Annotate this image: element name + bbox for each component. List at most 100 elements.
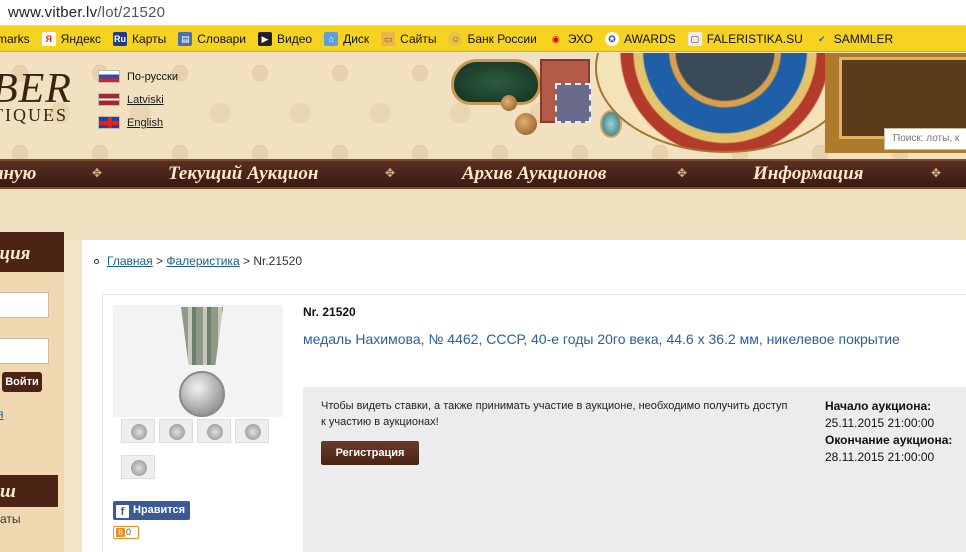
bookmark-label: FALERISTIKA.SU [706, 31, 803, 46]
dictionary-icon: ▤ [178, 31, 193, 46]
lacquer-box-image [451, 59, 541, 105]
sidebar-heading-text: ация [0, 243, 31, 264]
breadcrumb-current: Nr.21520 [253, 254, 303, 268]
bookmark-maps[interactable]: Ru Карты [113, 31, 167, 46]
bookmark-disk[interactable]: ⌂ Диск [324, 31, 370, 46]
breadcrumb-category[interactable]: Фалеристика [166, 254, 239, 268]
bookmark-sammler[interactable]: ✔ SAMMLER [815, 32, 893, 46]
thumbnail[interactable] [121, 455, 155, 479]
medal-thumbnail-icon [131, 424, 147, 440]
folder-icon: ▭ [381, 31, 396, 46]
auction-dates: Начало аукциона: 25.11.2015 21:00:00 Око… [825, 398, 952, 466]
russia-flag-icon [98, 70, 120, 83]
breadcrumb: Главная > Фалеристика > Nr.21520 [94, 254, 302, 268]
medal-ribbon-image [181, 307, 223, 365]
bookmark-bookmarks[interactable]: marks [0, 32, 30, 46]
logo-text: BER [0, 66, 72, 112]
sidebar-heading-2-text: ш [0, 481, 16, 502]
register-button[interactable]: Регистрация [321, 441, 419, 465]
auction-start-value: 25.11.2015 21:00:00 [825, 416, 935, 430]
lot-panel: f Нравится 80 Nr. 21520 медаль Нахимова, … [102, 294, 966, 552]
medal-image [179, 371, 225, 417]
site-logo[interactable]: BER TIQUES [0, 66, 72, 126]
nav-item-main[interactable]: аную [0, 161, 36, 187]
thumbnail[interactable] [197, 419, 231, 443]
main-nav: аную ✥ Текущий Аукцион ✥ Архив Аукционов… [0, 159, 966, 189]
nav-item-archive[interactable]: Архив Аукционов [462, 161, 606, 187]
faleristika-icon: ▢ [687, 31, 702, 46]
language-lv[interactable]: Latviski [98, 88, 178, 111]
login-sidebar: ация Войти я ш аты [0, 232, 64, 552]
nav-separator-icon: ✥ [930, 166, 942, 180]
bookmark-label: AWARDS [623, 31, 676, 46]
sidebar-heading-2: ш [0, 475, 58, 507]
nav-item-information[interactable]: Информация [753, 161, 863, 187]
lot-main-photo[interactable] [113, 305, 283, 417]
breadcrumb-home[interactable]: Главная [107, 254, 153, 268]
bookmark-sites[interactable]: ▭ Сайты [381, 31, 437, 46]
address-bar[interactable]: www.vitber.lv/lot/21520 [0, 0, 966, 26]
auction-end-label: Окончание аукциона: [825, 433, 953, 447]
thumbnail[interactable] [121, 419, 155, 443]
sidebar-link[interactable]: я [0, 407, 4, 421]
auction-start-label: Начало аукциона: [825, 399, 932, 413]
access-notice: Чтобы видеть ставки, а также принимать у… [321, 400, 788, 428]
coin-image [515, 113, 537, 135]
lot-title: медаль Нахимова, № 4462, СССР, 40-е годы… [303, 331, 900, 347]
facebook-like-button[interactable]: f Нравится [113, 501, 190, 520]
medal-thumbnail-icon [245, 424, 261, 440]
medal-thumbnail-icon [131, 460, 147, 476]
painted-plate-image [595, 53, 855, 153]
bookmark-label: Сайты [400, 31, 437, 46]
bookmark-label: marks [0, 31, 30, 46]
nav-separator-icon: ✥ [676, 166, 688, 180]
sidebar-text[interactable]: аты [0, 512, 21, 526]
stamp-image [555, 83, 591, 123]
uk-flag-icon [98, 116, 120, 129]
language-switcher: По-русски Latviski English [98, 65, 178, 134]
logo-subtext: TIQUES [0, 105, 68, 125]
bookmark-label: Банк России [467, 31, 537, 46]
nav-separator-icon: ✥ [91, 166, 103, 180]
nav-separator-icon: ✥ [384, 166, 396, 180]
login-button[interactable]: Войти [2, 372, 42, 392]
nav-item-current-auction[interactable]: Текущий Аукцион [168, 161, 318, 187]
language-ru[interactable]: По-русски [98, 65, 178, 88]
url-path: /lot/21520 [97, 4, 166, 21]
sidebar-heading: ация [0, 232, 64, 272]
disk-icon: ⌂ [324, 31, 339, 46]
thumbnail[interactable] [235, 419, 269, 443]
bookmark-yandex[interactable]: Я Яндекс [41, 31, 101, 46]
ru-icon: Ru [113, 31, 128, 46]
bookmark-faleristika[interactable]: ▢ FALERISTIKA.SU [687, 31, 803, 46]
url-text[interactable]: www.vitber.lv/lot/21520 [8, 4, 165, 21]
bookmark-video[interactable]: ▶ Видео [258, 31, 312, 46]
bookmark-label: Диск [343, 31, 370, 46]
odnoklassniki-button[interactable]: 80 [113, 526, 139, 539]
bookmark-label: ЭХО [567, 31, 593, 46]
echo-icon: ◉ [551, 33, 560, 44]
awards-icon: ✪ [604, 31, 619, 46]
facebook-icon: f [116, 505, 129, 518]
medal-thumbnail-icon [207, 424, 223, 440]
bank-icon: ☺ [448, 31, 463, 46]
auction-end-value: 28.11.2015 21:00:00 [825, 450, 935, 464]
bookmarks-bar: marks Я Яндекс Ru Карты ▤ Словари ▶ Видео ⌂ Д… [0, 26, 966, 52]
coin-image [501, 95, 517, 111]
url-host: www.vitber.lv [8, 4, 98, 21]
bookmark-bank[interactable]: ☺ Банк России [448, 31, 537, 46]
bookmark-label: Карты [132, 31, 167, 46]
login-password-input[interactable] [0, 338, 49, 364]
bookmark-awards[interactable]: ✪ AWARDS [604, 31, 676, 46]
language-en[interactable]: English [98, 111, 178, 134]
language-label: Latviski [127, 93, 164, 106]
medal-thumbnail-icon [169, 424, 185, 440]
bid-info-box: Чтобы видеть ставки, а также принимать у… [303, 387, 966, 552]
search-input[interactable]: Поиск: лоты, к [884, 128, 966, 150]
bookmark-dictionary[interactable]: ▤ Словари [178, 31, 246, 46]
bookmark-echo[interactable]: ◉ ЭХО [549, 32, 593, 46]
thumbnail[interactable] [159, 419, 193, 443]
login-username-input[interactable] [0, 292, 49, 318]
site-header: BER TIQUES По-русски Latviski English По… [0, 53, 966, 159]
ok-count: 0 [126, 527, 132, 537]
